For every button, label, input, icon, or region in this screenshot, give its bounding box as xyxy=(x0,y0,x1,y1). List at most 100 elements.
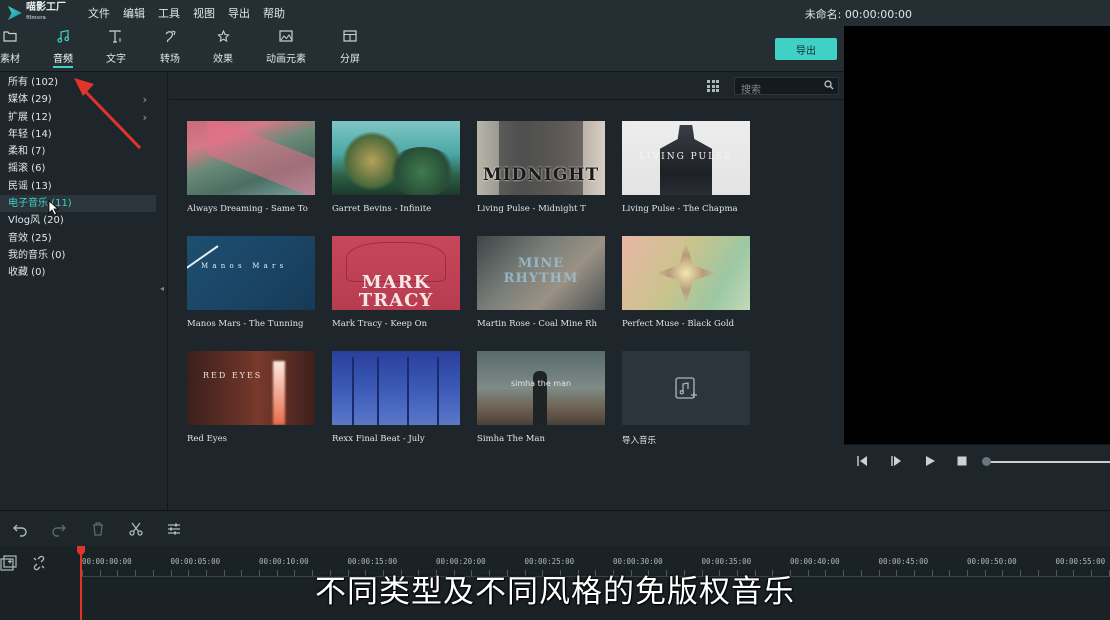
category-label: 我的音乐 (0) xyxy=(8,249,66,261)
sidebar-category[interactable]: 收藏 (0) xyxy=(0,264,167,281)
track-card[interactable]: Garret Bevins - Infinite xyxy=(332,121,460,214)
video-editor-window: 喵影工厂 filmora 文件 编辑 工具 视图 导出 帮助 未命名: 00:0… xyxy=(0,0,1110,620)
track-title: Living Pulse - The Chapma xyxy=(622,204,738,214)
thumb-title: RED EYES xyxy=(203,371,263,380)
menu-help[interactable]: 帮助 xyxy=(263,5,285,21)
menu-tools[interactable]: 工具 xyxy=(158,5,180,21)
music-note-icon xyxy=(57,29,70,48)
track-card[interactable]: Rexx Final Beat - July xyxy=(332,351,460,444)
video-subtitle: 不同类型及不同风格的免版权音乐 xyxy=(315,574,795,610)
track-card[interactable]: RED EYES Red Eyes xyxy=(187,351,315,444)
menu-file[interactable]: 文件 xyxy=(88,5,110,21)
import-thumbnail xyxy=(622,351,750,425)
tab-effects[interactable]: 效果 xyxy=(197,29,249,70)
category-label: Vlog风 (20) xyxy=(8,215,64,227)
tab-media[interactable]: 素材 xyxy=(0,30,36,70)
track-card[interactable]: MINE RHYTHM Martin Rose - Coal Mine Rh xyxy=(477,236,605,329)
stop-icon[interactable] xyxy=(956,455,968,470)
track-title: Simha The Man xyxy=(477,434,545,444)
track-card[interactable]: M a n o s M a r s Manos Mars - The Tunni… xyxy=(187,236,315,329)
ruler-timecode: 00:00:00:00 xyxy=(82,557,132,566)
timeline-toolbar xyxy=(0,510,1110,546)
track-title: Always Dreaming - Same To xyxy=(187,204,308,214)
track-thumbnail xyxy=(622,236,750,310)
sidebar-category[interactable]: 我的音乐 (0) xyxy=(0,247,167,264)
menu-edit[interactable]: 编辑 xyxy=(123,5,145,21)
media-toolbar: 素材 音频 文字 转场 效果 动画元素 分屏 导出 xyxy=(0,26,844,72)
transition-icon xyxy=(164,30,177,48)
track-title: Red Eyes xyxy=(187,434,227,444)
track-thumbnail: M a n o s M a r s xyxy=(187,236,315,310)
sidebar-category[interactable]: 音效 (25) xyxy=(0,230,167,247)
category-label: 音效 (25) xyxy=(8,232,52,244)
ruler-timecode: 00:00:45:00 xyxy=(878,557,929,566)
sidebar-category[interactable]: 电子音乐 (11) xyxy=(0,195,156,213)
thumb-title: MINE RHYTHM xyxy=(503,256,579,286)
track-card[interactable]: Perfect Muse - Black Gold xyxy=(622,236,750,329)
track-thumbnail: MARK TRACY xyxy=(332,236,460,310)
tab-transitions[interactable]: 转场 xyxy=(144,30,196,70)
track-card[interactable]: simha the man Simha The Man xyxy=(477,351,605,444)
category-label: 收藏 (0) xyxy=(8,267,46,279)
grid-view-icon[interactable] xyxy=(707,80,719,92)
track-card[interactable]: LIVING PULSE Living Pulse - The Chapma xyxy=(622,121,750,214)
tab-split-screen[interactable]: 分屏 xyxy=(324,30,376,70)
search-icon[interactable] xyxy=(824,80,834,90)
adjust-icon[interactable] xyxy=(166,521,182,537)
preview-scrub-bar[interactable] xyxy=(984,461,1110,463)
track-thumbnail: MIDNIGHT xyxy=(477,121,605,195)
playback-controls xyxy=(844,444,1110,510)
play-icon[interactable] xyxy=(924,455,936,470)
search-box xyxy=(734,77,839,99)
annotation-arrow xyxy=(74,78,142,150)
collapse-sidebar-handle[interactable]: ◂ xyxy=(160,284,164,293)
category-label: 电子音乐 (11) xyxy=(8,198,72,210)
sidebar-category[interactable]: 民谣 (13) xyxy=(0,178,167,195)
menu-export[interactable]: 导出 xyxy=(228,5,250,21)
import-music-card[interactable]: 导入音乐 xyxy=(622,351,750,446)
thumb-title: MARK TRACY xyxy=(358,272,434,310)
ruler-timecode: 00:00:10:00 xyxy=(259,557,309,566)
thumb-title: MIDNIGHT xyxy=(482,165,600,185)
undo-icon[interactable] xyxy=(12,521,28,537)
search-input[interactable] xyxy=(735,82,815,99)
cut-icon[interactable] xyxy=(128,521,144,537)
next-frame-icon[interactable] xyxy=(890,455,902,470)
tab-animated-elements[interactable]: 动画元素 xyxy=(260,30,312,70)
ruler-timecode: 00:00:55:00 xyxy=(1055,557,1106,566)
menu-bar: 喵影工厂 filmora 文件 编辑 工具 视图 导出 帮助 未命名: 00:0… xyxy=(0,0,1110,26)
category-label: 媒体 (29) xyxy=(8,94,52,106)
export-button[interactable]: 导出 xyxy=(775,38,837,60)
project-title-timecode: 未命名: 00:00:00:00 xyxy=(804,8,912,21)
sidebar-category[interactable]: 摇滚 (6) xyxy=(0,160,167,177)
split-screen-icon xyxy=(343,30,357,48)
category-label: 柔和 (7) xyxy=(8,146,46,158)
category-label: 民谣 (13) xyxy=(8,180,52,192)
ruler-timecode: 00:00:15:00 xyxy=(347,557,398,566)
track-title: Martin Rose - Coal Mine Rh xyxy=(477,319,597,329)
ruler-timecode: 00:00:40:00 xyxy=(790,557,840,566)
track-title: Mark Tracy - Keep On xyxy=(332,319,428,329)
track-thumbnail: MINE RHYTHM xyxy=(477,236,605,310)
prev-frame-icon[interactable] xyxy=(856,455,868,470)
tab-text[interactable]: 文字 xyxy=(90,30,142,70)
track-thumbnail: LIVING PULSE xyxy=(622,121,750,195)
category-label: 摇滚 (6) xyxy=(8,163,46,175)
redo-icon[interactable] xyxy=(51,521,67,537)
track-card[interactable]: Always Dreaming - Same To xyxy=(187,121,315,214)
video-preview xyxy=(844,26,1110,444)
sidebar-category[interactable]: Vlog风 (20) xyxy=(0,212,167,229)
track-title: Rexx Final Beat - July xyxy=(332,434,425,444)
delete-icon[interactable] xyxy=(90,521,106,537)
ruler-timecode: 00:00:05:00 xyxy=(170,557,221,566)
ruler-timecode: 00:00:50:00 xyxy=(967,557,1017,566)
menu-view[interactable]: 视图 xyxy=(193,5,215,21)
track-card[interactable]: MARK TRACY Mark Tracy - Keep On xyxy=(332,236,460,329)
effects-icon xyxy=(216,29,230,48)
track-thumbnail xyxy=(187,121,315,195)
tab-audio[interactable]: 音频 xyxy=(37,29,89,70)
track-card[interactable]: MIDNIGHT Living Pulse - Midnight T xyxy=(477,121,605,214)
preview-scrub-handle[interactable] xyxy=(982,457,991,466)
track-thumbnail: simha the man xyxy=(477,351,605,425)
track-thumbnail xyxy=(332,121,460,195)
